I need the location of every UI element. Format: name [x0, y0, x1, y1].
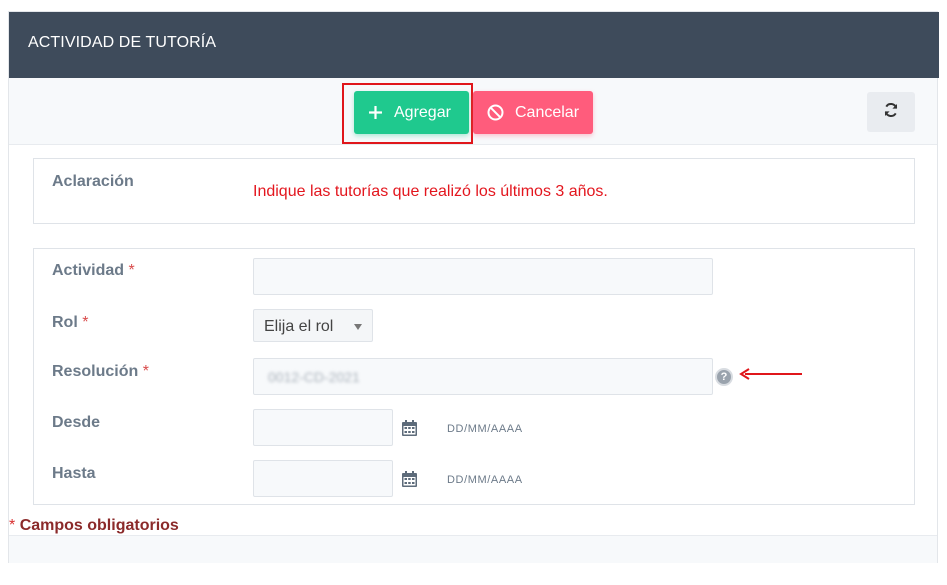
rol-select-value: Elija el rol [264, 318, 334, 335]
panel-header: ACTIVIDAD DE TUTORÍA [9, 12, 939, 78]
actividad-label: Actividad * [52, 262, 135, 279]
panel-title: ACTIVIDAD DE TUTORÍA [28, 34, 217, 51]
calendar-icon[interactable] [402, 471, 417, 487]
refresh-button[interactable] [867, 92, 915, 132]
chevron-down-icon [354, 324, 362, 330]
resolucion-input[interactable]: 0012-CD-2021 [253, 358, 713, 395]
add-button[interactable]: Agregar [354, 91, 469, 134]
hasta-format-hint: DD/MM/AAAA [447, 474, 523, 486]
actividad-input[interactable] [253, 258, 713, 295]
desde-date-input[interactable] [253, 409, 393, 446]
desde-label: Desde [52, 414, 101, 431]
add-button-label: Agregar [394, 103, 451, 121]
desde-format-hint: DD/MM/AAAA [447, 423, 523, 435]
refresh-icon [883, 102, 899, 123]
resolucion-value: 0012-CD-2021 [268, 369, 360, 385]
form-box: Actividad * Rol * Elija el rol Resolució… [33, 248, 915, 505]
panel-footer [9, 535, 937, 563]
note-text: Indique las tutorías que realizó los últ… [253, 183, 608, 200]
cancel-button-label: Cancelar [515, 103, 580, 121]
calendar-icon[interactable] [402, 420, 417, 436]
hasta-date-input[interactable] [253, 460, 393, 497]
help-icon[interactable]: ? [715, 368, 733, 386]
tutoria-panel: ACTIVIDAD DE TUTORÍA Agregar Cancelar Ac… [8, 11, 939, 563]
hasta-label: Hasta [52, 465, 96, 482]
cancel-button[interactable]: Cancelar [473, 91, 593, 134]
rol-label: Rol * [52, 314, 89, 331]
note-label: Aclaración [52, 173, 134, 190]
toolbar: Agregar Cancelar [9, 78, 937, 145]
rol-select[interactable]: Elija el rol [253, 309, 373, 342]
ban-icon [487, 104, 504, 121]
resolucion-label: Resolución * [52, 363, 149, 380]
required-fields-note: * Campos obligatorios [9, 517, 179, 534]
note-box: Aclaración Indique las tutorías que real… [33, 158, 915, 224]
arrow-left-icon [739, 368, 802, 380]
plus-icon [369, 106, 382, 119]
